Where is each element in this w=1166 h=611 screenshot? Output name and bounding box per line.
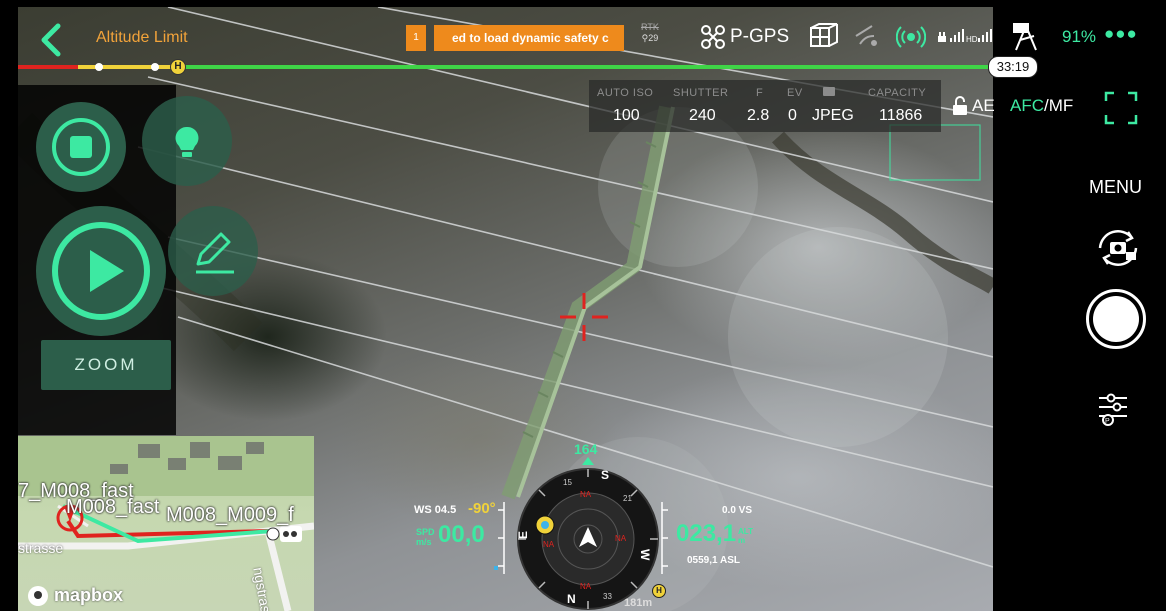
format-value: JPEG <box>812 107 854 124</box>
fstop-value: 2.8 <box>747 107 770 124</box>
compass-na-right: NA <box>615 534 627 543</box>
alt-unit-top: ALT <box>738 527 753 536</box>
flight-progress-bar <box>18 65 992 69</box>
home-distance: 181m <box>624 597 653 609</box>
menu-button[interactable]: MENU <box>1089 177 1142 198</box>
focus-frame-icon[interactable] <box>1104 91 1138 125</box>
capture-button[interactable] <box>1086 289 1146 349</box>
altitude-asl: 0559,1 ASL <box>687 555 740 566</box>
image-format-icon <box>823 87 835 96</box>
page-title: Altitude Limit <box>96 29 188 46</box>
light-button[interactable] <box>142 96 232 186</box>
focus-mode-toggle[interactable]: AFC/MF <box>1010 96 1073 116</box>
play-mission-button[interactable] <box>36 206 166 336</box>
capture-button-inner <box>1093 296 1139 342</box>
iso-value: 100 <box>613 107 640 124</box>
alert-message[interactable]: ed to load dynamic safety c <box>434 25 624 51</box>
zoom-button[interactable]: ZOOM <box>41 340 171 390</box>
lightbulb-icon <box>175 126 199 157</box>
camera-settings-icon[interactable]: P <box>1097 392 1129 428</box>
camera-parameters[interactable]: AUTO ISO 100 SHUTTER 240 F 2.8 EV 0 JPEG… <box>589 80 941 132</box>
compass-na-bottom: NA <box>580 582 592 591</box>
signal-hd-label: HD <box>966 35 978 44</box>
waypoint-label-2: M008_fast <box>66 496 160 518</box>
vertical-speed: 0.0 VS <box>722 505 753 516</box>
speed-label-top: SPD <box>416 527 435 537</box>
ground-speed: 00,0 <box>438 521 485 548</box>
svg-text:P: P <box>1105 418 1110 425</box>
pencil-icon <box>196 232 234 274</box>
altitude-scale <box>661 502 668 574</box>
drone-icon <box>701 25 725 49</box>
compass-33: 33 <box>603 592 612 601</box>
mapbox-text: mapbox <box>54 585 124 605</box>
rtk-count: 29 <box>648 33 659 43</box>
home-point-icon: H <box>652 584 666 598</box>
vision-signal-icon[interactable] <box>852 22 882 52</box>
compass-indicator: S W N E 15 21 33 NA NA NA NA <box>516 457 659 610</box>
compass-na-top: NA <box>580 490 592 499</box>
timeline-marker-2[interactable] <box>151 63 159 71</box>
stop-mission-button[interactable] <box>36 102 126 192</box>
street-name-1: strasse <box>18 540 64 556</box>
battery-level[interactable]: 91% <box>1062 27 1096 47</box>
center-reticle-icon <box>560 293 608 341</box>
edit-button[interactable] <box>168 206 258 296</box>
compass-s: S <box>601 468 609 482</box>
compass-n: N <box>567 592 576 606</box>
progress-segment-green <box>178 65 992 69</box>
compass-na-left: NA <box>543 540 555 549</box>
capacity-label: CAPACITY <box>868 87 927 99</box>
speed-label-bottom: m/s <box>416 537 432 547</box>
play-icon <box>52 222 150 320</box>
gps-status[interactable]: P-GPS <box>700 22 789 52</box>
ev-label: EV <box>787 87 803 99</box>
remaining-time: 33:19 <box>988 56 1038 78</box>
alt-unit-bottom: m <box>738 536 746 545</box>
rtk-status[interactable]: RTK ⚲29 <box>641 22 659 44</box>
obstacle-avoidance-icon[interactable] <box>808 22 840 52</box>
shutter-value: 240 <box>689 107 716 124</box>
gimbal-pitch: -90° <box>468 500 496 517</box>
rtk-label: RTK <box>641 22 659 32</box>
shutter-label: SHUTTER <box>673 87 729 99</box>
mf-label: /MF <box>1044 96 1074 115</box>
mini-map[interactable]: 7_M008_fast M008_fast M008_M009_f strass… <box>18 436 314 611</box>
altitude-unit: ALT m <box>738 527 753 545</box>
compass-21: 21 <box>623 494 632 503</box>
signal-bars-icon[interactable]: HD <box>936 22 1008 52</box>
lock-icon <box>953 96 967 115</box>
drone-camera-app: Altitude Limit 1 ed to load dynamic safe… <box>0 0 1166 611</box>
fstop-label: F <box>756 87 764 99</box>
camera-switch-icon[interactable] <box>1094 226 1142 270</box>
back-arrow-icon[interactable] <box>36 22 66 58</box>
home-marker-icon[interactable]: H <box>170 59 186 75</box>
compass-w: W <box>638 549 652 561</box>
afc-label: AFC <box>1010 96 1044 115</box>
iso-label: AUTO ISO <box>597 87 654 99</box>
ae-label: AE <box>972 96 995 115</box>
timeline-marker-1[interactable] <box>95 63 103 71</box>
ae-lock-button[interactable]: AE <box>952 92 995 120</box>
capacity-value: 11866 <box>879 107 923 124</box>
mapbox-attribution[interactable]: mapbox <box>28 585 123 606</box>
flight-mode-icon[interactable] <box>1012 22 1042 52</box>
ev-value: 0 <box>788 107 797 124</box>
speed-scale <box>494 502 505 574</box>
more-options-icon[interactable]: ●●● <box>1104 24 1138 44</box>
gps-mode: P-GPS <box>730 26 790 47</box>
speed-label: SPD m/s <box>416 527 435 547</box>
altitude-value: 023,1 <box>676 520 737 547</box>
wind-speed: WS 04.5 <box>414 504 457 516</box>
progress-segment-red <box>18 65 78 69</box>
alert-index-badge[interactable]: 1 <box>406 25 426 51</box>
heading-value: 164 <box>574 441 598 457</box>
mapbox-logo-icon <box>28 585 48 606</box>
progress-segment-yellow <box>78 65 178 69</box>
stop-icon <box>52 118 110 176</box>
remote-signal-icon[interactable] <box>896 22 926 52</box>
waypoint-label-3: M008_M009_f <box>166 504 294 526</box>
compass-15: 15 <box>563 478 572 487</box>
compass-e: E <box>516 531 530 539</box>
